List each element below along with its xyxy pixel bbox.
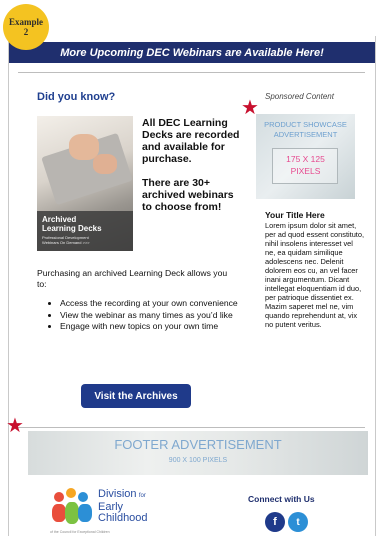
logo-figure-icon [78,504,92,522]
list-item: Engage with new topics on your own time [60,321,240,332]
header-banner[interactable]: More Upcoming DEC Webinars are Available… [9,42,375,63]
logo-figure-icon [52,504,66,522]
product-showcase-ad[interactable]: PRODUCT SHOWCASE ADVERTISEMENT 175 X 125… [256,114,355,199]
ad-text: ADVERTISEMENT [273,130,338,139]
sidebar-body: Lorem ipsum dolor sit amet, per ad quod … [265,221,365,329]
newsletter-page: Example 2 More Upcoming DEC Webinars are… [0,0,383,540]
footer-ad[interactable]: FOOTER ADVERTISEMENT 900 X 100 PIXELS [28,431,368,475]
ad-text: PRODUCT SHOWCASE [264,120,347,129]
facebook-icon[interactable]: f [265,512,285,532]
sponsored-label: Sponsored Content [265,92,334,101]
list-item: View the webinar as many times as you’d … [60,310,240,321]
logo-text: Division for Early Childhood [98,489,148,524]
logo-figure-icon [54,492,64,502]
sidebar-title: Your Title Here [265,210,325,220]
promo-text: All DEC Learning Decks are recorded and … [142,117,242,225]
logo-figure-icon [66,488,76,498]
logo-word: Childhood [98,512,148,524]
logo-word: Division [98,488,137,500]
logo-figure-icon [78,492,88,502]
ad-size: 175 X 125 [286,154,325,164]
badge-label: Example [8,17,43,27]
logo-tagline: of the Council for Exceptional Children [50,530,110,534]
banner-title: More Upcoming DEC Webinars are Available… [60,46,324,59]
connect-heading: Connect with Us [248,494,315,504]
ad-size: PIXELS [290,166,321,176]
dec-logo[interactable]: Division for Early Childhood of the Coun… [50,486,160,536]
logo-figure-icon [65,502,79,524]
example-badge: Example 2 [3,4,49,50]
purchasing-intro: Purchasing an archived Learning Deck all… [37,268,228,289]
learning-deck-image[interactable]: Archived Learning Decks Professional Deve… [37,116,133,251]
star-icon: ★ [241,97,259,119]
star-icon: ★ [6,415,24,437]
deck-caption: Archived Learning Decks Professional Deve… [37,211,133,251]
benefits-list: Access the recording at your own conveni… [50,298,240,333]
badge-number: 2 [23,27,29,37]
promo-line: All DEC Learning Decks are recorded and … [142,117,240,165]
deck-subtitle-line: Webinars On Demand >>> [42,240,90,245]
divider [18,72,365,73]
section-heading: Did you know? [37,91,116,103]
logo-word: for [138,493,146,499]
divider [18,427,365,428]
list-item: Access the recording at your own conveni… [60,298,240,309]
deck-title-line: Archived [42,215,77,224]
footer-ad-size: 900 X 100 PIXELS [168,457,228,464]
visit-archives-button[interactable]: Visit the Archives [81,384,191,408]
hand-illustration [93,154,117,174]
twitter-icon[interactable]: t [288,512,308,532]
promo-line: There are 30+ archived webinars to choos… [142,177,234,213]
footer-ad-title: FOOTER ADVERTISEMENT [114,437,282,452]
deck-title-line: Learning Decks [42,224,102,233]
